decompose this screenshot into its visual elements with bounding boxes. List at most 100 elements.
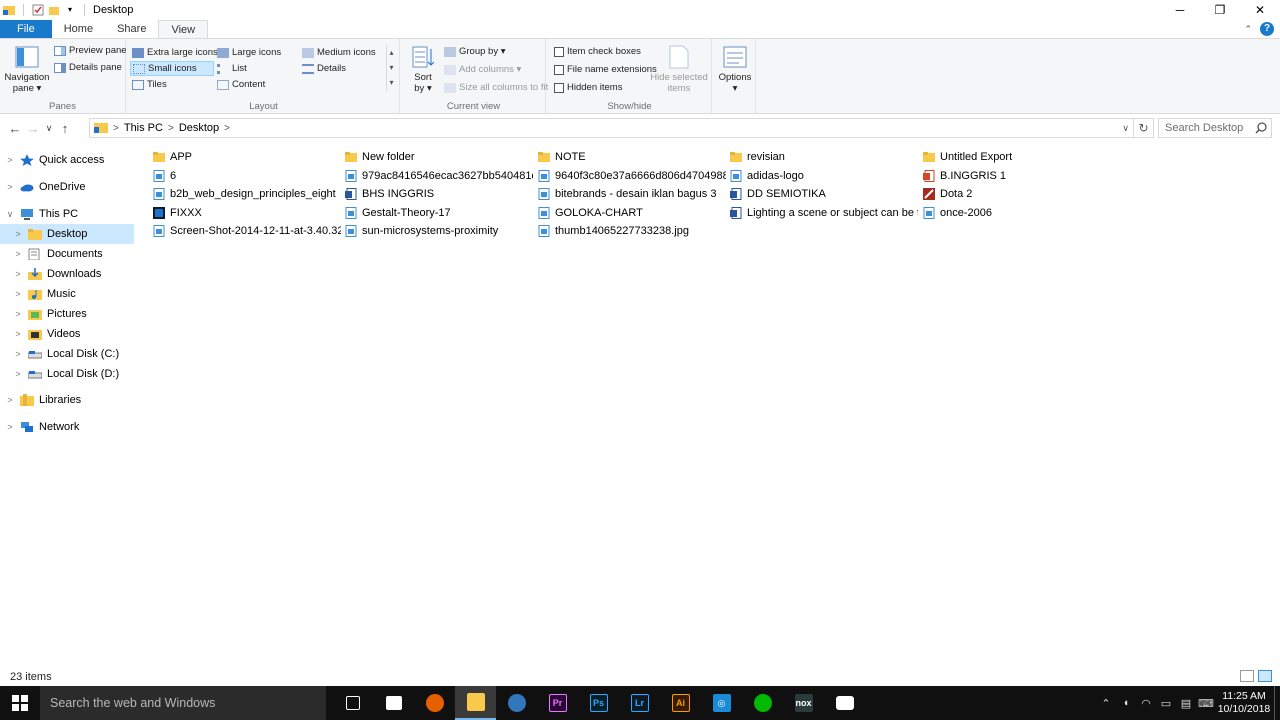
file-item[interactable]: FIXXX [153,204,341,222]
clock[interactable]: 11:25 AM 10/10/2018 [1216,690,1272,716]
photoshop-icon[interactable]: Ps [578,686,619,720]
action-center-icon[interactable]: ▤ [1176,697,1196,710]
expand-chevron-icon[interactable]: > [8,249,28,259]
hide-selected-items-button[interactable]: Hide selected items [650,45,708,94]
layout-medium-icons[interactable]: Medium icons [300,45,378,60]
nav-item-downloads[interactable]: > Downloads [0,264,134,284]
folder-item[interactable]: APP [153,148,341,166]
expand-chevron-icon[interactable]: > [8,229,28,239]
preview-pane-button[interactable]: Preview pane [52,43,129,58]
nav-item-local-disk-d[interactable]: > Local Disk (D:) [0,364,134,384]
firefox-icon[interactable] [414,686,455,720]
expand-ribbon-icon[interactable]: ⌃ [1244,24,1252,35]
minimize-button[interactable]: ─ [1160,0,1200,20]
show-hidden-icons-icon[interactable]: ⌃ [1096,697,1116,710]
volume-icon[interactable]: ◖ [1116,697,1136,709]
navigation-pane-button[interactable]: Navigation pane ▾ [4,45,50,94]
file-item[interactable]: Lighting a scene or subject can be tri..… [730,204,918,222]
instagram-icon[interactable]: ◎ [701,686,742,720]
start-button[interactable] [0,686,40,720]
details-pane-button[interactable]: Details pane [52,60,124,75]
forward-arrow-icon[interactable]: → [24,121,42,136]
file-explorer-icon[interactable] [455,686,496,720]
layout-large-icons[interactable]: Large icons [215,45,283,60]
customize-toolbar-icon[interactable]: ▾ [64,4,76,16]
nav-item-quick-access[interactable]: > Quick access [0,150,134,170]
folder-item[interactable]: New folder [345,148,533,166]
show-desktop-button[interactable] [1274,686,1280,720]
layout-list[interactable]: List [215,61,249,76]
file-item[interactable]: b2b_web_design_principles_eight [153,185,341,203]
file-item[interactable]: 9640f3c80e37a6666d806d47049881cd [538,167,726,185]
nav-item-documents[interactable]: > Documents [0,244,134,264]
nav-item-local-disk-c[interactable]: > Local Disk (C:) [0,344,134,364]
group-by-button[interactable]: Group by ▾ [442,44,507,59]
nav-item-libraries[interactable]: > Libraries [0,390,134,410]
item-check-boxes-toggle[interactable]: Item check boxes [552,44,643,59]
add-columns-button[interactable]: Add columns ▾ [442,62,523,77]
layout-details[interactable]: Details [300,61,348,76]
task-view-icon[interactable] [332,686,373,720]
search-input[interactable]: Search Desktop [1158,118,1272,138]
premiere-icon[interactable]: Pr [537,686,578,720]
tab-file[interactable]: File [0,20,52,38]
nox-icon[interactable]: nox [783,686,824,720]
file-item[interactable]: bitebrands - desain iklan bagus 3 [538,185,726,203]
file-item[interactable]: B.INGGRIS 1 [923,167,1111,185]
lightroom-icon[interactable]: Lr [619,686,660,720]
file-name-extensions-toggle[interactable]: File name extensions [552,62,659,77]
nav-item-pictures[interactable]: > Pictures [0,304,134,324]
illustrator-icon[interactable]: Ai [660,686,701,720]
expand-chevron-icon[interactable]: > [8,369,28,379]
layout-gallery-scroll[interactable]: ▴ ▾ ▾ [386,45,396,91]
file-item[interactable]: 979ac8416546ecac3627bb540481da... [345,167,533,185]
expand-chevron-icon[interactable]: > [0,155,20,165]
back-arrow-icon[interactable]: ← [6,121,24,136]
search-icon[interactable] [1255,122,1267,137]
size-columns-button[interactable]: Size all columns to fit [442,80,550,95]
recent-locations-icon[interactable]: ∨ [42,123,56,134]
battery-icon[interactable]: ▭ [1156,697,1176,710]
store-icon[interactable] [373,686,414,720]
options-button[interactable]: Options ▾ [718,45,752,94]
expand-chevron-icon[interactable]: > [8,349,28,359]
folder-item[interactable]: NOTE [538,148,726,166]
expand-chevron-icon[interactable]: > [8,289,28,299]
up-arrow-icon[interactable]: ↑ [56,121,74,136]
file-item[interactable]: sun-microsystems-proximity [345,222,533,240]
refresh-icon[interactable]: ↻ [1134,118,1154,138]
breadcrumb-desktop[interactable]: Desktop [179,122,219,134]
collapse-chevron-icon[interactable]: ∨ [0,209,20,220]
hidden-items-toggle[interactable]: Hidden items [552,80,624,95]
edge-icon[interactable] [496,686,537,720]
file-item[interactable]: BHS INGGRIS [345,185,533,203]
item-check-boxes-checkbox[interactable] [554,46,564,57]
taskbar-search-box[interactable]: Search the web and Windows [40,686,326,720]
tab-view[interactable]: View [158,20,209,38]
layout-content[interactable]: Content [215,77,267,92]
expand-chevron-icon[interactable]: > [8,309,28,319]
tab-share[interactable]: Share [105,20,158,38]
nav-item-onedrive[interactable]: > OneDrive [0,177,134,197]
details-view-toggle-icon[interactable] [1240,670,1254,682]
folder-item[interactable]: revisian [730,148,918,166]
keyboard-icon[interactable]: ⌨ [1196,697,1216,710]
file-item[interactable]: adidas-logo [730,167,918,185]
file-item[interactable]: thumb14065227733238.jpg [538,222,726,240]
address-dropdown-icon[interactable]: ∨ [1122,123,1129,134]
new-folder-icon[interactable] [48,4,60,16]
nav-item-videos[interactable]: > Videos [0,324,134,344]
expand-chevron-icon[interactable]: > [0,395,20,405]
expand-chevron-icon[interactable]: > [0,422,20,432]
file-item[interactable]: 6 [153,167,341,185]
file-name-extensions-checkbox[interactable] [554,64,564,75]
layout-tiles[interactable]: Tiles [130,77,169,92]
nav-item-music[interactable]: > Music [0,284,134,304]
wifi-icon[interactable]: ◠ [1136,697,1156,710]
file-item[interactable]: Screen-Shot-2014-12-11-at-3.40.32-... [153,222,341,240]
file-item[interactable]: Gestalt-Theory-17 [345,204,533,222]
hidden-items-checkbox[interactable] [554,82,564,93]
folder-item[interactable]: Untitled Export [923,148,1111,166]
expand-chevron-icon[interactable]: > [0,182,20,192]
breadcrumb-this-pc[interactable]: This PC [124,122,163,134]
